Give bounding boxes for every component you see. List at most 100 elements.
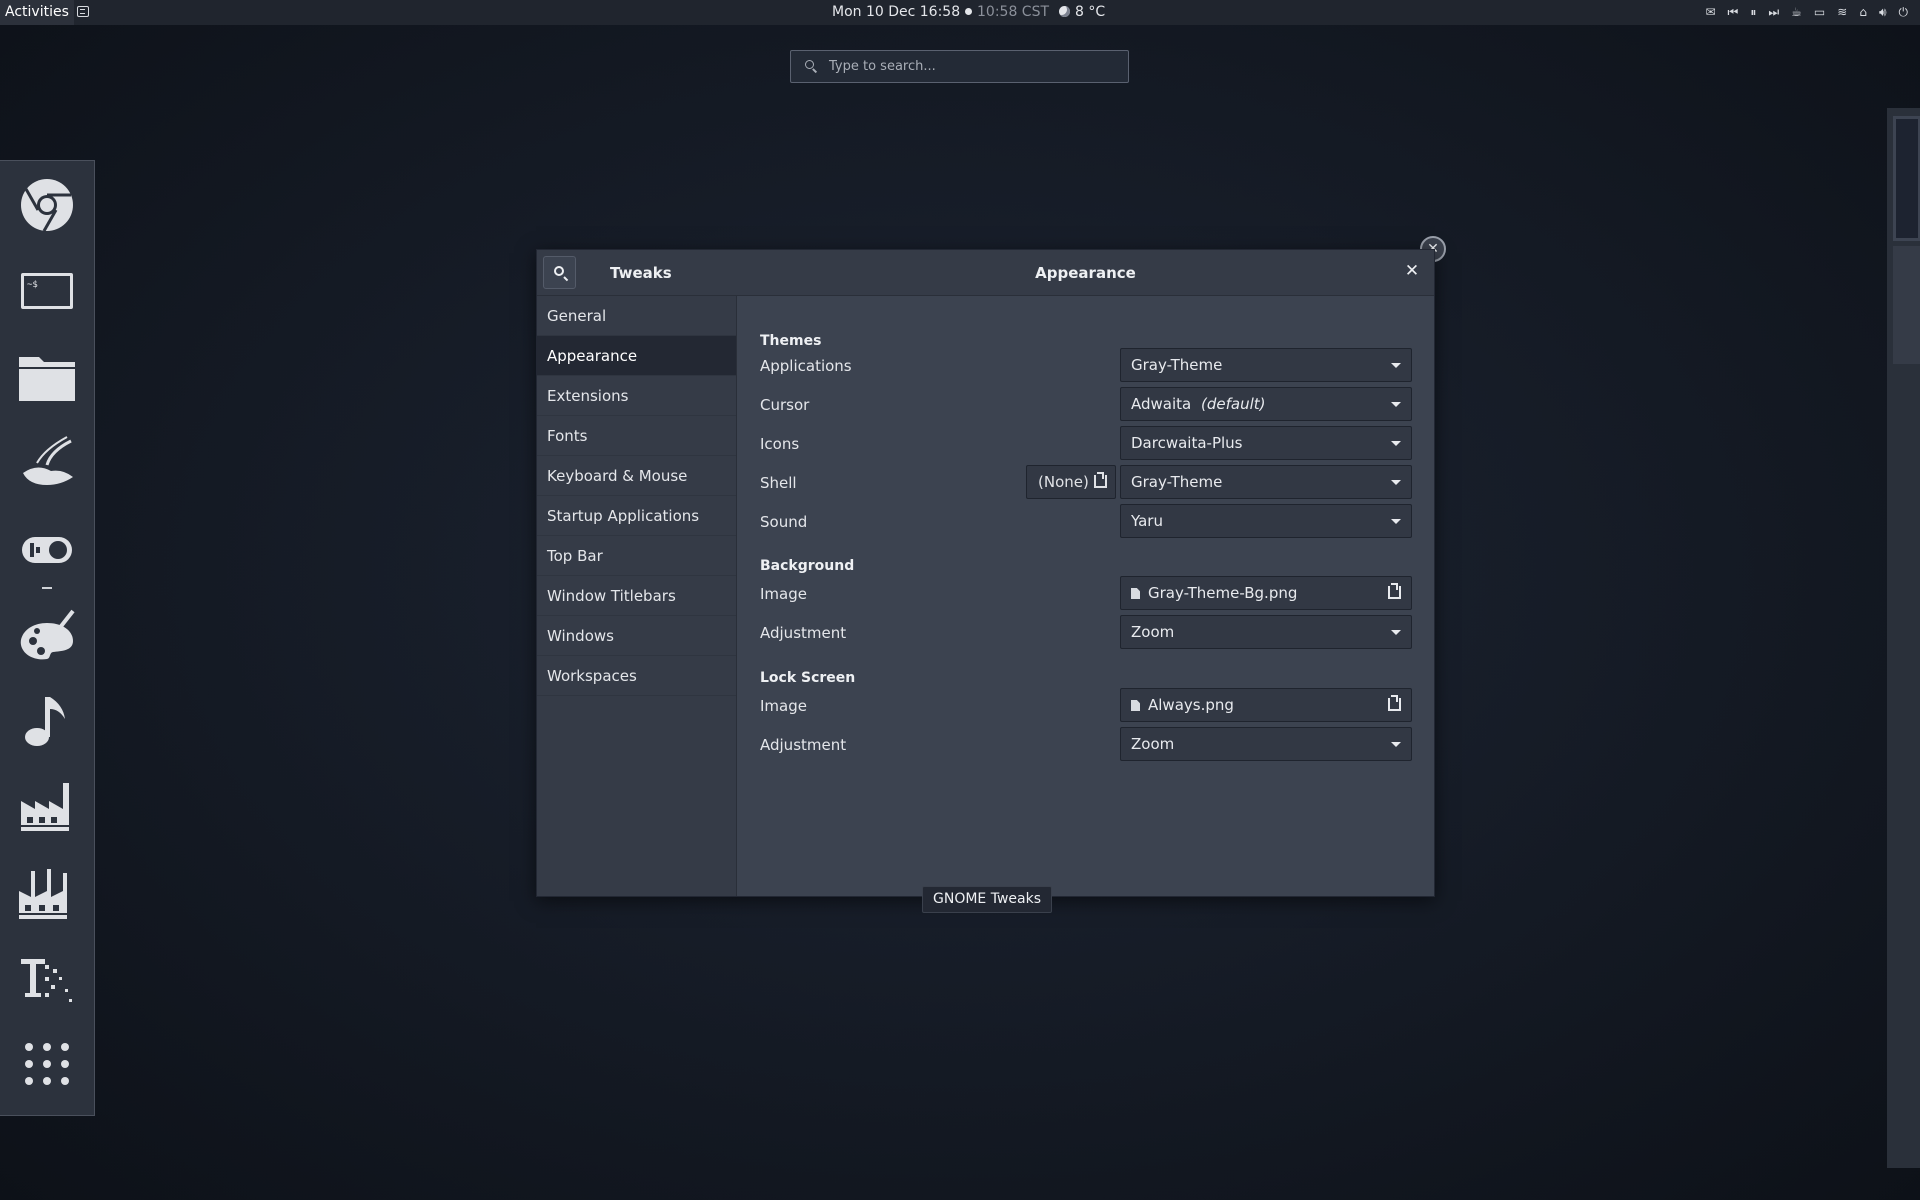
- sound-theme-dropdown[interactable]: Yaru: [1120, 504, 1412, 538]
- sound-label: Sound: [760, 513, 808, 531]
- workspace-thumbnail-1[interactable]: [1893, 116, 1920, 241]
- sidebar-item-windows[interactable]: Windows: [537, 616, 736, 656]
- icons-theme-dropdown[interactable]: Darcwaita-Plus: [1120, 426, 1412, 460]
- volume-icon[interactable]: 🔊︎: [1879, 0, 1887, 25]
- sidebar-item-top-bar[interactable]: Top Bar: [537, 536, 736, 576]
- dock-item-paint[interactable]: [0, 591, 95, 677]
- dock-item-factory-alt[interactable]: [0, 849, 95, 935]
- chevron-down-icon: [1391, 441, 1401, 446]
- icons-theme-value: Darcwaita-Plus: [1131, 434, 1243, 452]
- lock-screen-adjustment-value: Zoom: [1131, 735, 1175, 753]
- content-header: Appearance ✕: [737, 250, 1434, 296]
- dock-item-factory[interactable]: [0, 763, 95, 849]
- file-icon: [1131, 588, 1140, 599]
- page-title: Appearance: [1035, 264, 1136, 282]
- section-title-lock-screen: Lock Screen: [760, 670, 856, 686]
- close-button[interactable]: ✕: [1402, 261, 1422, 281]
- search-input[interactable]: Type to search...: [790, 50, 1129, 83]
- chevron-down-icon: [1391, 480, 1401, 485]
- tweaks-window: Tweaks Appearance ✕ General Appearance E…: [536, 249, 1435, 897]
- search-icon: [805, 60, 814, 69]
- background-adjustment-dropdown[interactable]: Zoom: [1120, 615, 1412, 649]
- system-tray: ✉ ⏮ ⏸ ⏭ ☕ ▭ ≋ ⌂ 🔊︎ ⏻: [1705, 0, 1908, 25]
- background-image-label: Image: [760, 585, 807, 603]
- sidebar-item-keyboard-mouse[interactable]: Keyboard & Mouse: [537, 456, 736, 496]
- section-title-themes: Themes: [760, 333, 822, 349]
- factory-alt-icon: [19, 869, 69, 919]
- power-icon[interactable]: ⏻: [1899, 0, 1909, 25]
- lock-icon[interactable]: ⌂: [1859, 0, 1867, 25]
- dock-item-music[interactable]: [0, 677, 95, 763]
- dock-running-indicator: [42, 587, 52, 589]
- shell-label: Shell: [760, 474, 797, 492]
- folder-icon: [19, 357, 75, 401]
- lock-screen-image-file-button[interactable]: Always.png: [1120, 688, 1412, 722]
- terminal-icon: ~$: [21, 273, 73, 309]
- toggle-icon: [22, 537, 72, 563]
- wifi-icon[interactable]: ≋: [1837, 0, 1847, 25]
- moon-icon: [1059, 6, 1070, 17]
- chevron-down-icon: [1391, 519, 1401, 524]
- cursor-theme-dropdown[interactable]: Adwaita (default): [1120, 387, 1412, 421]
- dock-item-terminal[interactable]: ~$: [0, 247, 95, 333]
- sidebar-item-extensions[interactable]: Extensions: [537, 376, 736, 416]
- dock-item-app-grid[interactable]: [0, 1021, 95, 1107]
- dock-item-pixel-font[interactable]: [0, 935, 95, 1021]
- previous-track-icon[interactable]: ⏮: [1728, 0, 1739, 25]
- display-icon[interactable]: ▭: [1814, 0, 1825, 25]
- activities-button[interactable]: Activities: [0, 0, 74, 25]
- open-file-icon: [1094, 472, 1107, 488]
- sidebar-item-window-titlebars[interactable]: Window Titlebars: [537, 576, 736, 616]
- file-icon: [1131, 700, 1140, 711]
- workspace-thumbnail-2[interactable]: [1893, 246, 1920, 364]
- coffee-icon[interactable]: ☕: [1791, 0, 1802, 25]
- dock-item-files[interactable]: [0, 333, 95, 419]
- weather-indicator[interactable]: 8 °C: [1059, 0, 1105, 25]
- shell-theme-dropdown[interactable]: Gray-Theme: [1120, 465, 1412, 499]
- icons-label: Icons: [760, 435, 800, 453]
- music-note-icon: [25, 697, 65, 746]
- pause-icon[interactable]: ⏸: [1750, 0, 1756, 25]
- window-caption: GNOME Tweaks: [922, 886, 1052, 913]
- appearance-panel: Themes Applications Gray-Theme Cursor Ad…: [737, 296, 1434, 896]
- dock-item-lamp[interactable]: [0, 419, 95, 505]
- weather-temp: 8 °C: [1075, 4, 1106, 20]
- app-grid-icon: [25, 1043, 69, 1085]
- factory-icon: [21, 783, 71, 831]
- applications-theme-dropdown[interactable]: Gray-Theme: [1120, 348, 1412, 382]
- secondary-clock: 10:58 CST: [977, 4, 1050, 20]
- clock-text: Mon 10 Dec 16:58: [832, 4, 961, 20]
- cursor-theme-value: Adwaita: [1131, 395, 1192, 413]
- background-image-file-button[interactable]: Gray-Theme-Bg.png: [1120, 576, 1412, 610]
- dock-item-chrome[interactable]: [0, 161, 95, 247]
- lock-screen-adjustment-label: Adjustment: [760, 736, 847, 754]
- sidebar-item-appearance[interactable]: Appearance: [537, 336, 736, 376]
- search-placeholder: Type to search...: [829, 59, 936, 74]
- sound-theme-value: Yaru: [1131, 512, 1163, 530]
- open-file-icon: [1388, 695, 1401, 711]
- mail-icon[interactable]: ✉: [1705, 0, 1715, 25]
- paint-palette-icon: [20, 609, 75, 660]
- search-button[interactable]: [543, 256, 576, 289]
- open-file-icon: [1388, 583, 1401, 599]
- cursor-label: Cursor: [760, 396, 810, 414]
- top-bar: Activities Mon 10 Dec 16:58 10:58 CST 8 …: [0, 0, 1920, 25]
- lock-screen-adjustment-dropdown[interactable]: Zoom: [1120, 727, 1412, 761]
- clock[interactable]: Mon 10 Dec 16:58: [832, 0, 973, 25]
- window-indicator-icon[interactable]: [77, 6, 89, 17]
- background-adjustment-label: Adjustment: [760, 624, 847, 642]
- sidebar: General Appearance Extensions Fonts Keyb…: [537, 296, 737, 896]
- pixel-font-icon: [21, 959, 72, 1002]
- sidebar-item-startup-applications[interactable]: Startup Applications: [537, 496, 736, 536]
- lamp-icon: [23, 436, 73, 485]
- shell-file-chooser-button[interactable]: (None): [1026, 465, 1116, 499]
- close-icon: ✕: [1404, 261, 1420, 281]
- dock-item-tweaks-toggle[interactable]: [0, 505, 95, 591]
- lock-screen-image-label: Image: [760, 697, 807, 715]
- next-track-icon[interactable]: ⏭: [1768, 0, 1779, 25]
- sidebar-item-general[interactable]: General: [537, 296, 736, 336]
- sidebar-item-workspaces[interactable]: Workspaces: [537, 656, 736, 696]
- lock-screen-image-value: Always.png: [1148, 696, 1234, 714]
- sidebar-item-fonts[interactable]: Fonts: [537, 416, 736, 456]
- applications-label: Applications: [760, 357, 852, 375]
